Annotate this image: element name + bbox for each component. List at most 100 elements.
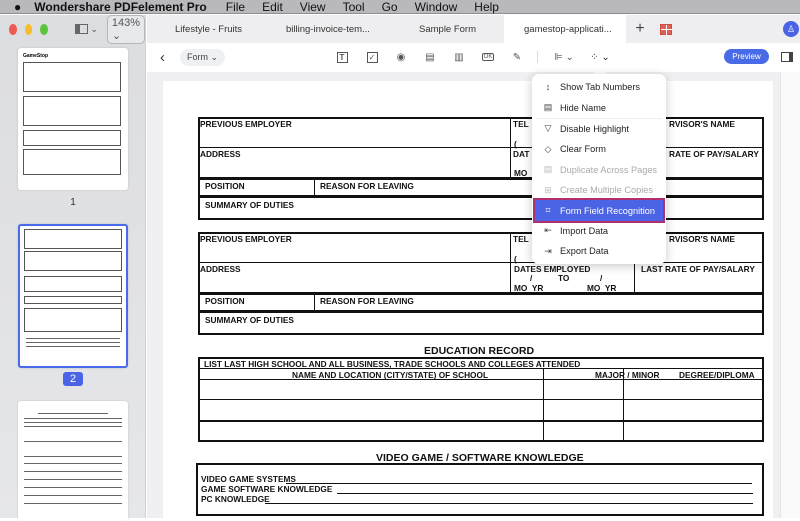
address-label: ADDRESS bbox=[200, 264, 241, 274]
menu-item-label: Create Multiple Copies bbox=[560, 185, 653, 196]
divider bbox=[543, 368, 544, 442]
toolbar-divider bbox=[537, 51, 538, 63]
menu-item-import-data[interactable]: ⇤ Import Data bbox=[532, 221, 666, 241]
gift-icon[interactable] bbox=[660, 23, 673, 36]
address-label: ADDRESS bbox=[200, 149, 241, 159]
thumb-box bbox=[24, 296, 122, 304]
tab-label: billing-invoice-tem... bbox=[286, 23, 370, 35]
highlight-icon: ▽ bbox=[544, 123, 552, 134]
maximize-window-button[interactable] bbox=[40, 23, 48, 35]
form-tools-dropdown: ↕ Show Tab Numbers ▤ Hide Name ▽ Disable Hi… bbox=[532, 74, 666, 264]
previous-employer-label: PREVIOUS EMPLOYER bbox=[200, 119, 292, 129]
thumb-line bbox=[24, 418, 122, 419]
menu-go[interactable]: Go bbox=[382, 0, 398, 14]
divider bbox=[198, 262, 764, 263]
new-tab-button[interactable]: + bbox=[626, 20, 654, 38]
input-line[interactable] bbox=[265, 503, 753, 504]
divider bbox=[314, 178, 315, 197]
position-row-2 bbox=[198, 293, 764, 312]
thumb-line bbox=[24, 441, 122, 442]
education-record-heading: EDUCATION RECORD bbox=[424, 345, 535, 357]
close-window-button[interactable] bbox=[9, 23, 17, 35]
supervisor-label: RVISOR'S NAME bbox=[669, 234, 735, 244]
apple-icon[interactable]: ● bbox=[14, 0, 21, 14]
menu-item-show-tab-numbers[interactable]: ↕ Show Tab Numbers bbox=[532, 77, 666, 97]
page-thumbnail-2[interactable] bbox=[18, 224, 128, 368]
align-icon[interactable]: ⊫ ⌄ bbox=[553, 50, 575, 64]
more-tools-icon[interactable]: ⁘ ⌄ bbox=[589, 50, 611, 64]
last-rate-label: LAST RATE OF PAY/SALARY bbox=[641, 264, 755, 274]
telephone-label: TEL bbox=[513, 234, 529, 244]
sidebar-layout-button[interactable]: ⌄ bbox=[74, 24, 98, 35]
thumb-box bbox=[23, 130, 121, 146]
month-label: MO bbox=[514, 168, 528, 178]
telephone-label: TEL bbox=[513, 119, 529, 129]
menu-edit[interactable]: Edit bbox=[262, 0, 283, 14]
signature-field-icon[interactable]: ✎ bbox=[510, 50, 524, 64]
tab-billing-invoice[interactable]: billing-invoice-tem... bbox=[266, 15, 385, 43]
summary-label: SUMMARY OF DUTIES bbox=[205, 315, 294, 325]
menu-item-duplicate-across-pages[interactable]: ▤ Duplicate Across Pages bbox=[532, 160, 666, 180]
tab-lifestyle-fruits[interactable]: Lifestyle - Fruits bbox=[147, 15, 266, 43]
input-line[interactable] bbox=[337, 493, 753, 494]
divider bbox=[198, 399, 764, 400]
thumb-line bbox=[26, 338, 120, 339]
date-slash: / bbox=[600, 273, 603, 283]
radio-button-icon[interactable]: ◉ bbox=[394, 50, 408, 64]
page-thumbnail-1[interactable]: GameStop bbox=[18, 48, 128, 190]
thumb-line bbox=[24, 495, 122, 496]
previous-employer-label: PREVIOUS EMPLOYER bbox=[200, 234, 292, 244]
app-name-menu[interactable]: Wondershare PDFelement Pro bbox=[34, 0, 207, 14]
date-slash: / bbox=[530, 273, 533, 283]
text-field-icon[interactable]: T bbox=[335, 50, 349, 64]
thumb-line bbox=[24, 503, 122, 504]
menu-file[interactable]: File bbox=[226, 0, 245, 14]
divider bbox=[198, 368, 764, 369]
minimize-window-button[interactable] bbox=[24, 23, 33, 35]
thumb-line bbox=[24, 479, 122, 480]
preview-button[interactable]: Preview bbox=[724, 49, 769, 64]
menu-item-create-multiple-copies[interactable]: ⊞ Create Multiple Copies bbox=[532, 180, 666, 200]
right-panel-toggle-icon[interactable] bbox=[781, 52, 793, 62]
button-field-icon[interactable]: OK bbox=[481, 50, 495, 64]
mode-select[interactable]: Form ⌄ bbox=[180, 49, 226, 66]
page-thumbnail-3[interactable] bbox=[18, 401, 128, 521]
copies-icon: ⊞ bbox=[544, 184, 552, 195]
menu-window[interactable]: Window bbox=[415, 0, 458, 14]
vertical-scrollbar[interactable] bbox=[780, 72, 800, 518]
telephone-paren: ( bbox=[514, 139, 517, 149]
menu-item-disable-highlight[interactable]: ▽ Disable Highlight bbox=[532, 119, 666, 139]
tab-sample-form[interactable]: Sample Form bbox=[385, 15, 504, 43]
checkbox-icon[interactable]: ✓ bbox=[365, 50, 379, 64]
divider bbox=[314, 293, 315, 312]
tab-gamestop-application[interactable]: gamestop-applicati... bbox=[504, 15, 626, 43]
menu-help[interactable]: Help bbox=[474, 0, 499, 14]
duplicate-icon: ▤ bbox=[543, 164, 553, 175]
dropdown-caret bbox=[593, 67, 607, 74]
mo-yr-label: MO YR bbox=[514, 283, 544, 293]
dates-employed-label: DAT bbox=[513, 149, 530, 159]
document-tab-bar: Lifestyle - Fruits billing-invoice-tem..… bbox=[147, 15, 800, 43]
account-avatar-icon[interactable]: ♙ bbox=[783, 21, 799, 37]
menu-item-export-data[interactable]: ⇥ Export Data bbox=[532, 241, 666, 261]
back-icon[interactable]: ‹ bbox=[160, 49, 165, 66]
thumb-line bbox=[26, 342, 120, 343]
menu-item-label: Form Field Recognition bbox=[560, 205, 655, 216]
menu-item-form-field-recognition[interactable]: ⌗ Form Field Recognition bbox=[533, 198, 665, 223]
menu-item-label: Hide Name bbox=[560, 102, 606, 113]
tab-label: Sample Form bbox=[419, 23, 477, 35]
menu-item-label: Disable Highlight bbox=[560, 123, 629, 134]
menu-view[interactable]: View bbox=[300, 0, 326, 14]
list-box-icon[interactable]: ▥ bbox=[452, 50, 466, 64]
input-line[interactable] bbox=[286, 483, 752, 484]
page-number-2: 2 bbox=[63, 372, 83, 386]
thumb-line bbox=[38, 413, 108, 414]
zoom-select[interactable]: 143% ⌄ bbox=[106, 14, 146, 44]
menu-item-clear-form[interactable]: ◇ Clear Form bbox=[532, 139, 666, 159]
menu-item-hide-name[interactable]: ▤ Hide Name bbox=[532, 97, 666, 117]
thumb-line bbox=[24, 426, 122, 427]
menu-tool[interactable]: Tool bbox=[343, 0, 365, 14]
combo-box-icon[interactable]: ▤ bbox=[423, 50, 437, 64]
tab-order-icon: ↕ bbox=[545, 82, 551, 93]
thumb-box bbox=[24, 308, 122, 332]
